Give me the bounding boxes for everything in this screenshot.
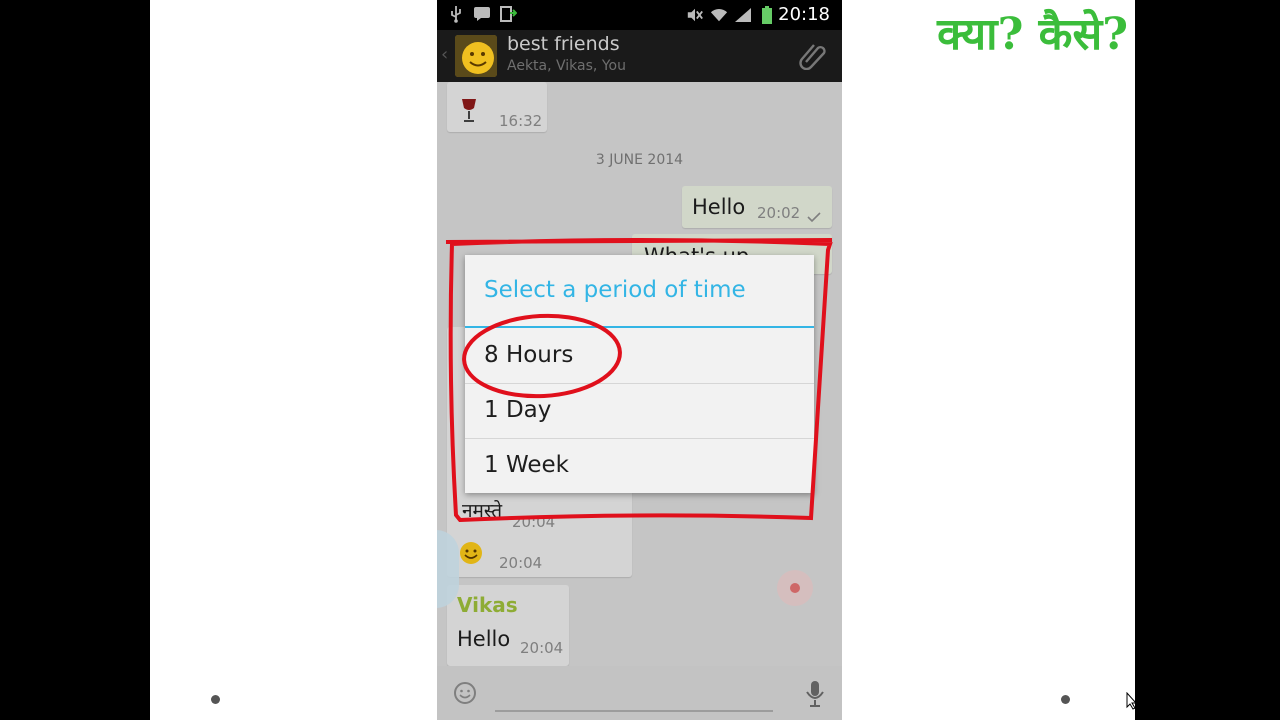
nav-dot-left: [211, 695, 220, 704]
nav-dot-right: [1061, 695, 1070, 704]
annotation-rectangle: [445, 238, 833, 523]
hindi-caption: क्या? कैसे?: [937, 9, 1128, 60]
mouse-cursor-icon: [1126, 691, 1138, 714]
annotation-layer: [445, 238, 833, 523]
annotation-circle: [462, 313, 622, 399]
